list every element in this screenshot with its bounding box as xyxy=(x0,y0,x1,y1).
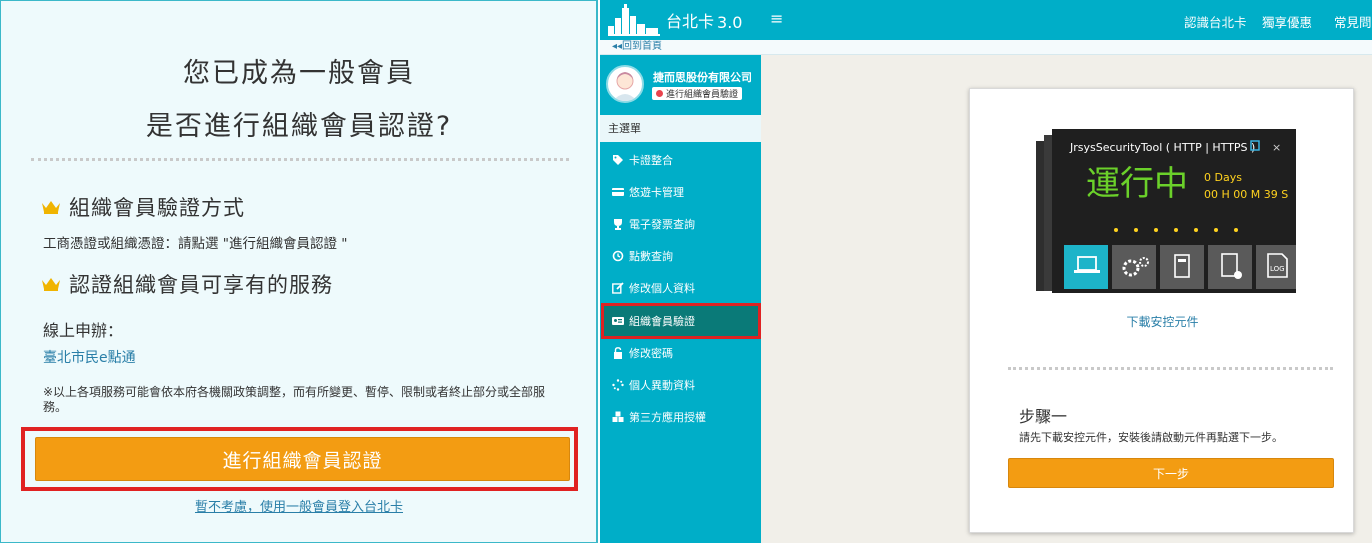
cubes-icon xyxy=(612,411,624,423)
divider xyxy=(1008,367,1333,370)
nav-faq[interactable]: 常見問題 xyxy=(1334,12,1372,31)
page-subtitle: 是否進行組織會員認證? xyxy=(145,111,453,142)
section-services-title: 認證組織會員可享有的服務 xyxy=(69,273,333,297)
install-step-card: JrsysSecurityTool ( HTTP | HTTPS ) × 運行中… xyxy=(969,88,1354,533)
org-verify-badge-label: 進行組織會員驗證 xyxy=(666,90,739,100)
site-logo[interactable]: 台北卡 3.0 xyxy=(608,4,742,36)
map-pin-icon xyxy=(656,90,663,97)
taipei-e-link[interactable]: 臺北市民e點通 xyxy=(43,347,136,367)
security-tool-preview: JrsysSecurityTool ( HTTP | HTTPS ) × 運行中… xyxy=(1036,129,1296,293)
sidebar-item-invoice[interactable]: 電子發票查詢 xyxy=(600,208,761,240)
app-window: 台北卡 3.0 ≡ 認識台北卡 獨享優惠 常見問題 ◂◂回到首頁 捷而思股份有限… xyxy=(600,0,1372,543)
step-title: 步驟一 xyxy=(1019,407,1068,426)
sidebar-item-third-party[interactable]: 第三方應用授權 xyxy=(600,401,761,433)
section-verify-method: 組織會員驗證方式 xyxy=(41,192,245,222)
log-icon: LOG xyxy=(1270,265,1285,273)
hamburger-icon[interactable]: ≡ xyxy=(770,9,783,28)
id-card-icon xyxy=(612,315,624,327)
sidebar-item-label: 第三方應用授權 xyxy=(629,411,706,424)
online-apply-label: 線上申辦： xyxy=(43,321,124,340)
sidebar-item-change-password[interactable]: 修改密碼 xyxy=(600,337,761,369)
org-verify-badge[interactable]: 進行組織會員驗證 xyxy=(652,87,743,100)
section-services: 認證組織會員可享有的服務 xyxy=(41,269,333,299)
tool-time: 00 H 00 M 39 S xyxy=(1204,188,1288,201)
logo-text: 台北卡 xyxy=(666,12,715,31)
history-icon xyxy=(612,250,624,262)
logo-version: 3.0 xyxy=(717,13,743,32)
sidebar-item-label: 卡證整合 xyxy=(629,154,673,167)
tool-title: JrsysSecurityTool ( HTTP | HTTPS ) xyxy=(1069,141,1255,154)
breadcrumb-bar: ◂◂回到首頁 xyxy=(600,40,1372,55)
sidebar-item-personal-changes[interactable]: 個人異動資料 xyxy=(600,369,761,401)
org-verify-panel: 您已成為一般會員 是否進行組織會員認證? 組織會員驗證方式 工商憑證或組織憑證：… xyxy=(0,0,598,543)
crown-icon xyxy=(42,201,60,214)
taipei-skyline-icon xyxy=(608,4,660,36)
company-name: 捷而思股份有限公司 xyxy=(653,71,752,84)
main-menu-header: 主選單 xyxy=(600,115,761,142)
sidebar-item-card-integration[interactable]: 卡證整合 xyxy=(600,144,761,176)
sidebar-item-label: 修改密碼 xyxy=(629,347,673,360)
highlight-frame: 進行組織會員認證 xyxy=(21,427,578,491)
sidebar-item-label: 修改個人資料 xyxy=(629,282,695,295)
avatar xyxy=(606,65,644,103)
top-navbar: 台北卡 3.0 ≡ 認識台北卡 獨享優惠 常見問題 xyxy=(600,0,1372,40)
next-step-button[interactable]: 下一步 xyxy=(1008,458,1334,488)
settings-tile xyxy=(1112,245,1156,289)
sidebar: 捷而思股份有限公司 進行組織會員驗證 主選單 卡證整合 悠遊卡管理 電子發票查詢 xyxy=(600,55,761,543)
back-home-link[interactable]: ◂◂回到首頁 xyxy=(612,40,662,54)
credit-card-icon xyxy=(612,186,624,198)
user-avatar-icon xyxy=(613,72,637,101)
keypad-tile xyxy=(1160,245,1204,289)
sidebar-item-label: 組織會員驗證 xyxy=(629,315,695,328)
spinner-icon xyxy=(612,379,624,391)
tool-days: 0 Days xyxy=(1204,171,1242,184)
tags-icon xyxy=(612,154,624,166)
skip-login-link[interactable]: 暫不考慮，使用一般會員登入台北卡 xyxy=(1,496,597,515)
sidebar-item-label: 悠遊卡管理 xyxy=(629,186,684,199)
sidebar-item-label: 點數查詢 xyxy=(629,250,673,263)
crown-icon xyxy=(42,278,60,291)
sidebar-item-org-verify[interactable]: 組織會員驗證 xyxy=(600,305,761,337)
trophy-icon xyxy=(612,218,624,230)
screen-tile xyxy=(1064,245,1108,289)
download-security-tool-link[interactable]: 下載安控元件 xyxy=(970,313,1355,330)
service-note: ※以上各項服務可能會依本府各機關政策調整，而有所變更、暫停、限制或者終止部分或全… xyxy=(43,385,546,414)
sidebar-item-edit-profile[interactable]: 修改個人資料 xyxy=(600,272,761,304)
edit-icon xyxy=(612,282,624,294)
unlock-icon xyxy=(612,347,624,359)
sidebar-item-points[interactable]: 點數查詢 xyxy=(600,240,761,272)
sidebar-item-label: 個人異動資料 xyxy=(629,379,695,392)
nav-offers[interactable]: 獨享優惠 xyxy=(1262,12,1312,31)
step-description: 請先下載安控元件，安裝後請啟動元件再點選下一步。 xyxy=(1019,431,1283,444)
clipboard-tile xyxy=(1208,245,1252,289)
sidebar-item-easycard[interactable]: 悠遊卡管理 xyxy=(600,176,761,208)
verify-org-member-button[interactable]: 進行組織會員認證 xyxy=(35,437,570,481)
section-verify-method-title: 組織會員驗證方式 xyxy=(69,196,245,220)
close-icon: × xyxy=(1272,141,1281,154)
sidebar-item-label: 電子發票查詢 xyxy=(629,218,695,231)
page-title: 您已成為一般會員 xyxy=(183,58,415,89)
tool-status: 運行中 xyxy=(1086,164,1188,204)
nav-about[interactable]: 認識台北卡 xyxy=(1184,12,1247,31)
verify-method-text: 工商憑證或組織憑證：請點選 "進行組織會員認證 " xyxy=(43,236,348,252)
divider xyxy=(31,158,569,161)
